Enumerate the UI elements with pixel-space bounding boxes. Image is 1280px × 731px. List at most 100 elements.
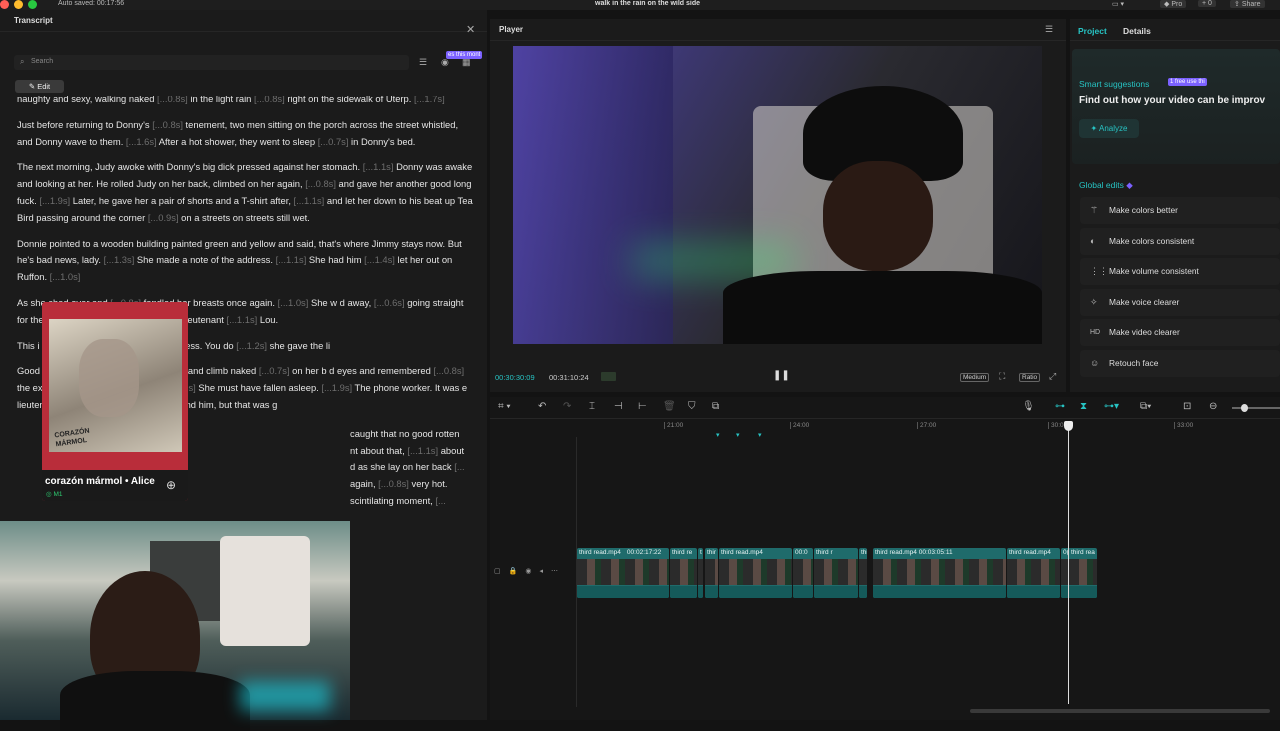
- edit-button[interactable]: ✎ Edit: [15, 80, 64, 93]
- pause-marker: [...1.1s]: [293, 194, 325, 206]
- playhead[interactable]: [1064, 421, 1073, 704]
- marker-icon[interactable]: ▾: [758, 431, 762, 439]
- microphone-icon[interactable]: 🎙: [1022, 401, 1035, 412]
- video-clip[interactable]: third read.mp4 00:03:05:11: [873, 548, 1006, 598]
- undo-icon[interactable]: ↶: [538, 401, 546, 412]
- clip-label: third read.mp4 00:03:05:11: [875, 549, 953, 556]
- clip-label: third rea: [1071, 549, 1095, 556]
- clip-label: 00:0: [795, 549, 808, 556]
- transcript-text: Later, he gave her a pair of shorts and …: [70, 194, 294, 206]
- ruler-tick-label: 24:00: [790, 422, 809, 429]
- tab-details[interactable]: Details: [1123, 26, 1151, 36]
- music-card[interactable]: CORAZÓN MÁRMOL corazón mármol • Alice ◎ …: [42, 302, 188, 501]
- link-toggle-icon[interactable]: ⊶: [1055, 401, 1065, 412]
- video-clip[interactable]: third re: [670, 548, 697, 598]
- zoom-slider[interactable]: [1232, 404, 1280, 412]
- cover-icon[interactable]: ▢: [494, 568, 509, 575]
- video-clip[interactable]: 00:0: [793, 548, 813, 598]
- video-clip[interactable]: third read.mp4 00:02:17:22: [577, 548, 669, 598]
- preview-axis-icon[interactable]: ⧉▾: [1140, 401, 1151, 412]
- eye-icon[interactable]: ◉: [525, 568, 539, 575]
- clip-label: third read.mp4: [861, 549, 867, 556]
- fullscreen-icon[interactable]: ⤢: [1049, 371, 1056, 382]
- zoom-out-icon[interactable]: ⊖: [1209, 401, 1217, 412]
- transcript-search-input[interactable]: ⌕ Search: [14, 55, 409, 70]
- minimize-window-button[interactable]: [14, 0, 23, 9]
- video-clip[interactable]: third read.mp4: [719, 548, 792, 598]
- layout-icon[interactable]: ▭ ▾: [1112, 0, 1124, 8]
- quality-select[interactable]: Medium: [960, 373, 990, 382]
- menu-icon[interactable]: ☰: [1045, 24, 1053, 35]
- add-circle-icon[interactable]: ⊕: [166, 478, 176, 492]
- global-edit-item[interactable]: ◐ Make colors consistent: [1080, 227, 1280, 255]
- tab-project[interactable]: Project: [1078, 26, 1107, 36]
- select-tool-icon[interactable]: ⌗ ▾: [498, 401, 511, 412]
- transcript-paragraph[interactable]: caught that no good rotten: [350, 426, 473, 443]
- speaker-icon[interactable]: ◂: [539, 568, 551, 575]
- global-edit-item[interactable]: ⋮⋮ Make volume consistent: [1080, 258, 1280, 285]
- shield-icon[interactable]: ⛉: [688, 401, 696, 412]
- share-button[interactable]: ⇪ Share: [1230, 0, 1265, 8]
- global-edit-item[interactable]: ⚚ Make colors better: [1080, 197, 1280, 224]
- lock-icon[interactable]: 🔒: [509, 568, 526, 575]
- transcript-paragraph[interactable]: nt about that, [...1.1s] about: [350, 443, 473, 460]
- clip-label: third read.mp4 00:02:17:22: [579, 549, 662, 556]
- fit-icon[interactable]: ⊡: [1183, 401, 1191, 412]
- crop-icon[interactable]: ⧉: [712, 401, 719, 412]
- transcript-paragraph[interactable]: The next morning, Judy awoke with Donny'…: [17, 159, 473, 226]
- marker-icon[interactable]: ▾: [736, 431, 740, 439]
- clip-label: third read.mp4: [1009, 549, 1051, 556]
- pause-marker: [...1.3s]: [103, 254, 135, 266]
- video-preview[interactable]: [513, 46, 1042, 344]
- video-clip[interactable]: third read.mp4: [859, 548, 867, 598]
- zoom-slider-thumb[interactable]: [1241, 404, 1248, 412]
- transcript-paragraph[interactable]: again, [...0.8s] very hot.: [350, 476, 473, 493]
- magnet-icon[interactable]: ⧗: [1080, 401, 1087, 412]
- timeline-scrollbar[interactable]: [970, 709, 1270, 713]
- trim-right-icon[interactable]: ⊢: [638, 401, 647, 412]
- transcript-paragraph[interactable]: naughty and sexy, walking naked [...0.8s…: [17, 96, 473, 108]
- trim-left-icon[interactable]: ⊣: [614, 401, 623, 412]
- more-icon[interactable]: ⋯: [551, 568, 566, 575]
- filter-icon[interactable]: ☰: [419, 57, 427, 68]
- sparkle-icon: ✧: [1090, 296, 1098, 307]
- timeline-ruler[interactable]: 21:00 24:00 27:00 30:0 33:00: [576, 421, 1280, 433]
- analyze-button[interactable]: ✦ Analyze: [1079, 119, 1139, 138]
- transcript-text: she gave the li: [267, 339, 331, 351]
- video-clip[interactable]: thir: [705, 548, 718, 598]
- transcript-text: Just before returning to Donny's: [17, 118, 153, 130]
- snap-icon[interactable]: ⊶▾: [1104, 401, 1119, 412]
- maximize-window-button[interactable]: [28, 0, 37, 9]
- pause-marker: [...1.6s]: [125, 135, 157, 147]
- transcript-paragraph[interactable]: Just before returning to Donny's [...0.8…: [17, 117, 473, 151]
- webcam-overlay: [0, 521, 350, 731]
- audio-meter-icon: [601, 372, 616, 381]
- transcript-paragraph[interactable]: scintilating moment, [...: [350, 493, 473, 510]
- split-icon[interactable]: ⌶: [589, 401, 595, 412]
- global-edit-item[interactable]: ☺ Retouch face: [1080, 349, 1280, 377]
- video-clip[interactable]: t: [698, 548, 703, 598]
- ratio-button[interactable]: Ratio: [1019, 373, 1041, 382]
- marker-icon[interactable]: ▾: [716, 431, 720, 439]
- screenshot-icon[interactable]: ⛶: [999, 371, 1005, 382]
- global-edit-label: Make video clearer: [1109, 327, 1180, 337]
- global-edit-item[interactable]: ✧ Make voice clearer: [1080, 288, 1280, 316]
- transcript-paragraph[interactable]: Donnie pointed to a wooden building pain…: [17, 236, 473, 286]
- global-edit-item[interactable]: HD Make video clearer: [1080, 319, 1280, 346]
- pause-marker: [...1.7s]: [413, 96, 445, 104]
- credits-counter[interactable]: + 0: [1198, 0, 1216, 7]
- video-clip[interactable]: third r: [814, 548, 858, 598]
- close-window-button[interactable]: [0, 0, 9, 9]
- transcript-text: in Donny's bed.: [348, 135, 416, 147]
- close-icon[interactable]: ✕: [466, 23, 475, 36]
- redo-icon[interactable]: ↷: [563, 401, 571, 412]
- transcript-text: The next morning, Judy awoke with Donny'…: [17, 161, 363, 173]
- video-clip[interactable]: third read.mp4: [1007, 548, 1060, 598]
- delete-icon[interactable]: 🗑: [663, 401, 676, 412]
- transcript-text: very hot.: [408, 478, 448, 490]
- transcript-paragraph[interactable]: d as she lay on her back [...: [350, 459, 473, 476]
- pause-button[interactable]: ❚❚: [773, 370, 790, 381]
- video-clip[interactable]: third rea: [1069, 548, 1097, 598]
- pro-badge[interactable]: ◆ Pro: [1160, 0, 1187, 8]
- pause-marker: [...1.9s]: [39, 194, 71, 206]
